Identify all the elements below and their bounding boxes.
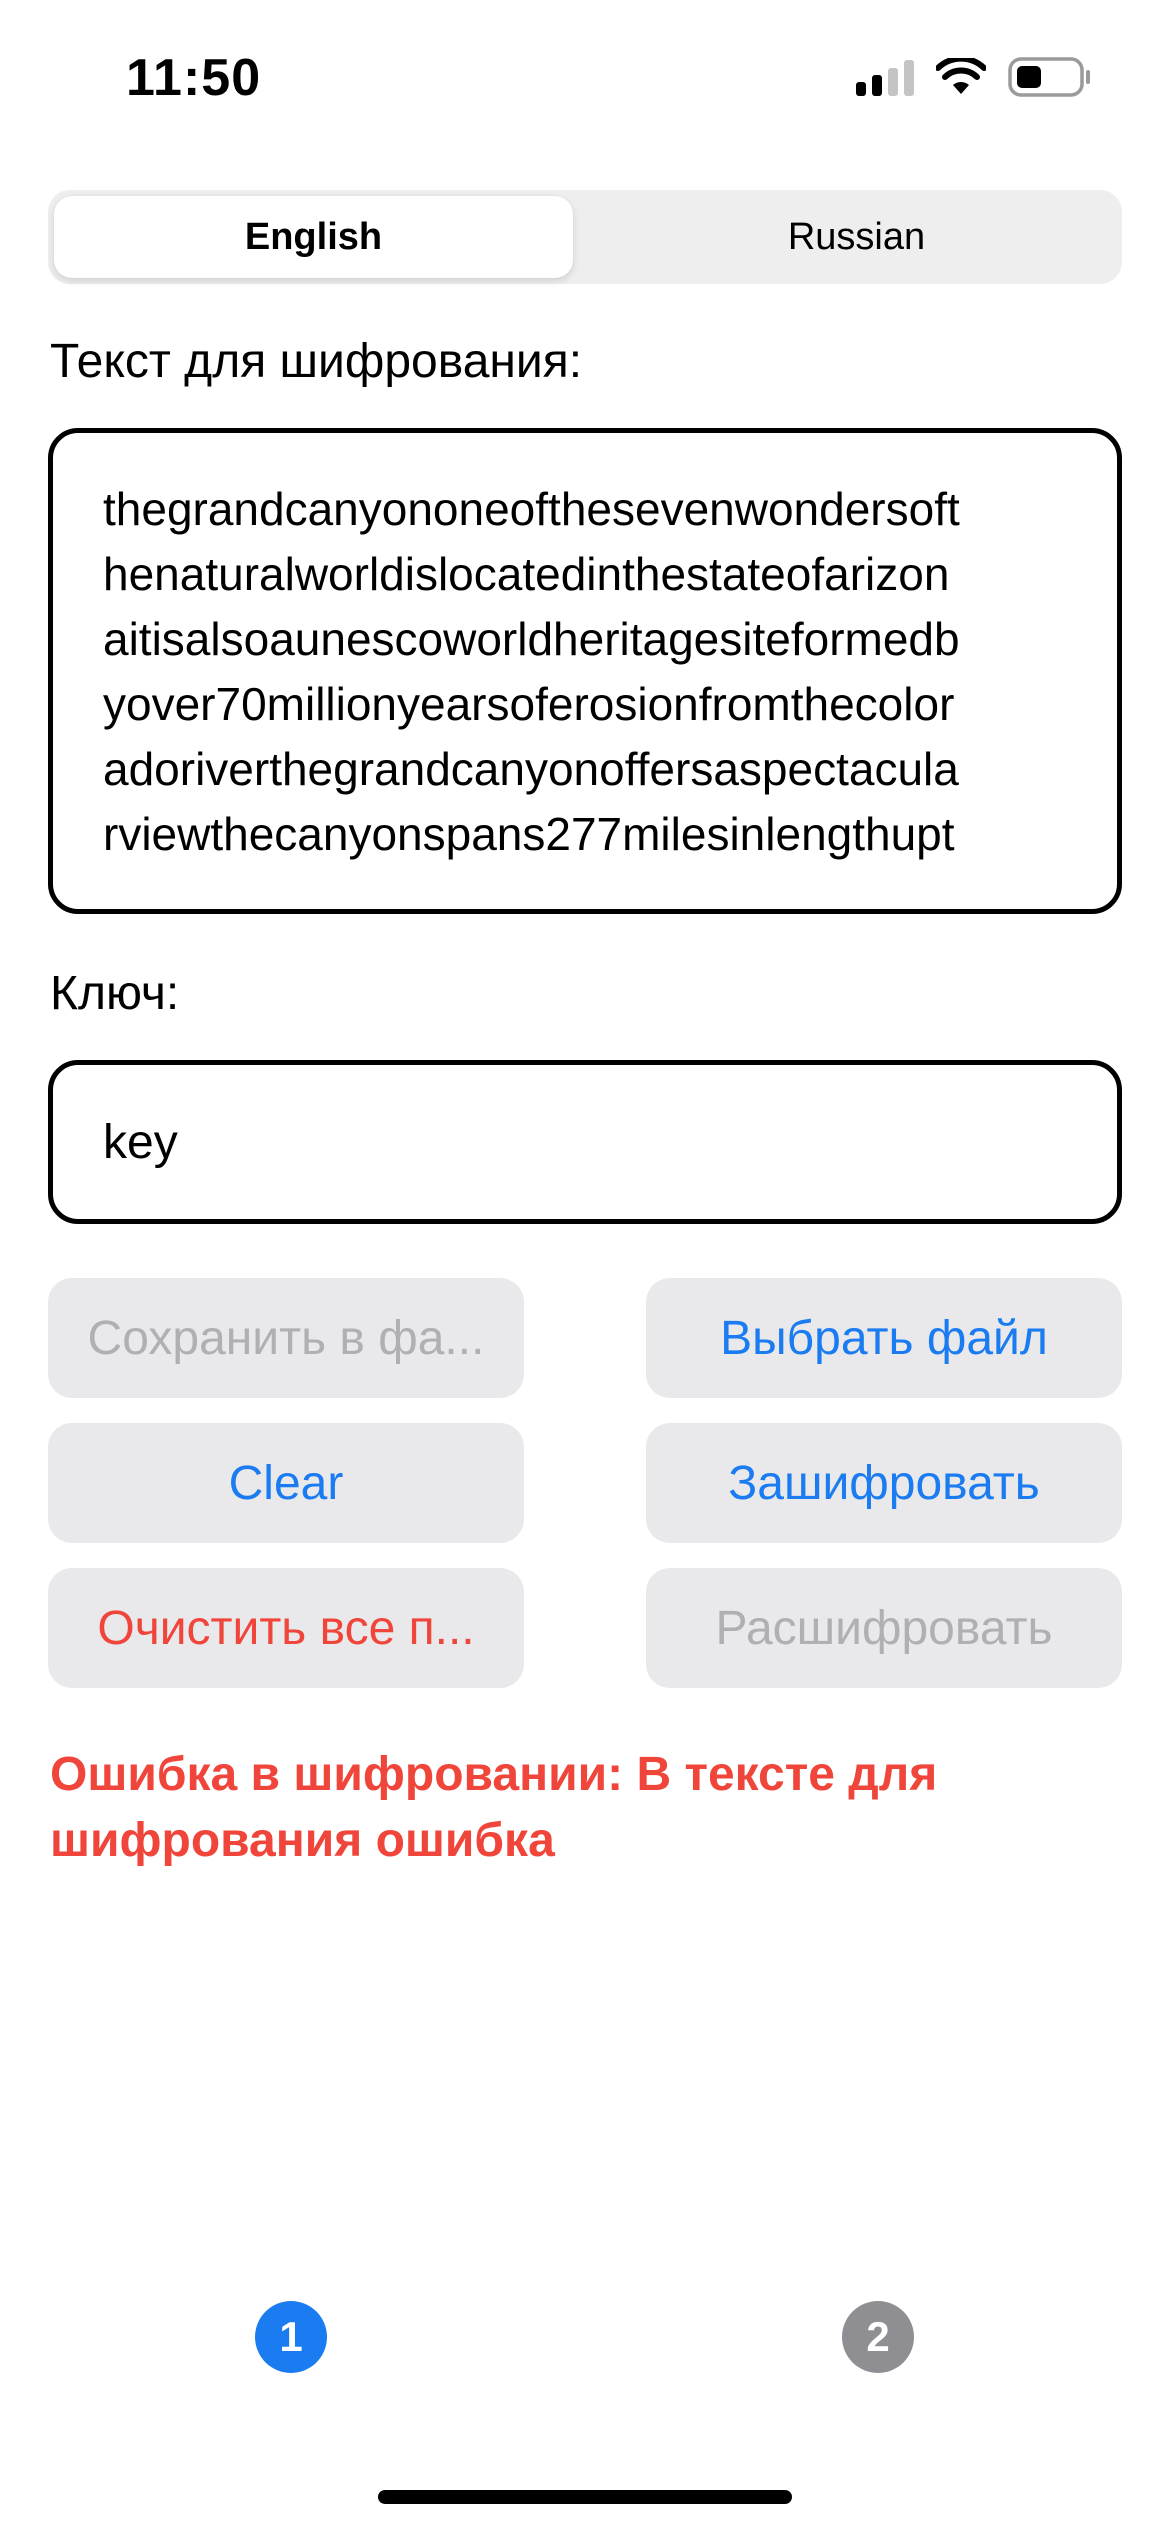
text-line: yover70millionyearsoferosionfromthecolor (103, 678, 955, 730)
clear-button[interactable]: Clear (48, 1423, 524, 1543)
key-input-value: key (103, 1115, 178, 1169)
error-message: Ошибка в шифровании: В тексте для шифров… (50, 1748, 938, 1867)
choose-file-button[interactable]: Выбрать файл (646, 1278, 1122, 1398)
text-line: thegrandcanyononeofthesevenwondersoft (103, 483, 960, 535)
page-indicator-2[interactable]: 2 (842, 2301, 914, 2373)
text-line: henaturalworldislocatedinthestateofarizo… (103, 548, 950, 600)
status-time: 11:50 (126, 49, 262, 107)
status-icons (856, 56, 1092, 98)
segment-russian[interactable]: Russian (597, 196, 1116, 278)
text-line: adoriverthegrandcanyonoffersaspectacula (103, 743, 959, 795)
wifi-icon (936, 58, 986, 94)
status-bar: 11:50 (0, 0, 1170, 150)
plaintext-input[interactable]: thegrandcanyononeofthesevenwondersoft he… (48, 428, 1122, 914)
page-indicator-1[interactable]: 1 (255, 2301, 327, 2373)
decrypt-button[interactable]: Расшифровать (646, 1568, 1122, 1688)
language-segmented-control: English Russian (48, 190, 1122, 284)
key-field-label: Ключ: (50, 967, 180, 1020)
battery-icon (1008, 57, 1090, 97)
cellular-signal-icon (856, 58, 914, 96)
text-field-label: Текст для шифрования: (50, 335, 583, 388)
home-indicator[interactable] (378, 2490, 792, 2504)
clear-all-button[interactable]: Очистить все п... (48, 1568, 524, 1688)
segment-english[interactable]: English (54, 196, 573, 278)
key-input[interactable]: key (48, 1060, 1122, 1224)
text-line: rviewthecanyonspans277milesinlengthupt (103, 808, 955, 860)
encrypt-button[interactable]: Зашифровать (646, 1423, 1122, 1543)
save-to-file-button[interactable]: Сохранить в фа... (48, 1278, 524, 1398)
text-line: aitisalsoaunescoworldheritagesiteformedb (103, 613, 960, 665)
